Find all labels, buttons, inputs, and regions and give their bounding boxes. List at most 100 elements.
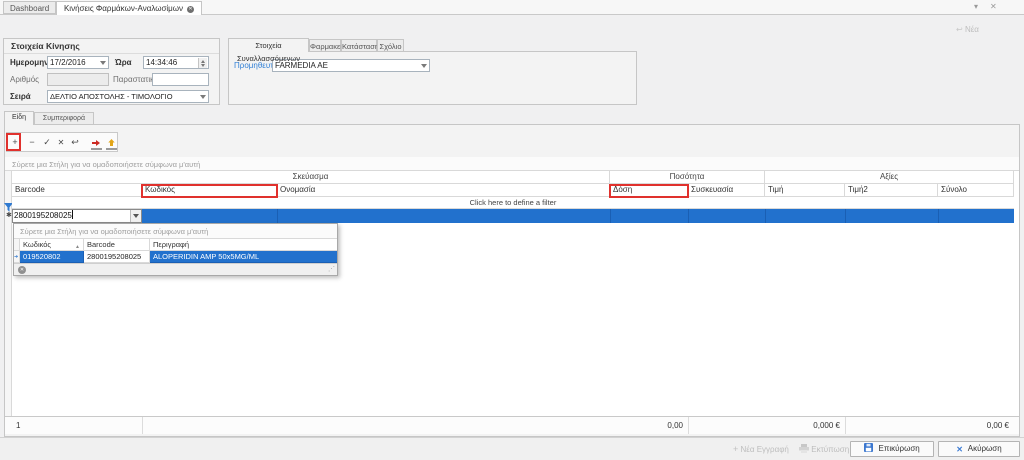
barcode-editor-value: 2800195208025 <box>14 211 72 220</box>
cell-divider <box>845 209 846 223</box>
new-record-button: + Νέα Εγγραφή <box>733 444 789 454</box>
cell-divider <box>938 209 939 223</box>
new-quick-action-label: Νέα <box>965 25 979 34</box>
row-arrow-icon: ➜ <box>14 252 18 263</box>
bottom-action-bar: + Νέα Εγγραφή Εκτύπωση Επικύρωση ✕ Ακύρω… <box>0 437 1024 460</box>
import-icon[interactable] <box>91 137 102 155</box>
plus-icon: + <box>733 444 738 454</box>
group-by-bar[interactable]: Σύρετε μια Στήλη για να ομαδοποιήσετε σύ… <box>5 157 1019 171</box>
col-header-timi[interactable]: Τιμή <box>765 184 845 197</box>
new-record-label: Νέα Εγγραφή <box>741 445 789 454</box>
lookup-group-by-hint: Σύρετε μια Στήλη για να ομαδοποιήσετε σύ… <box>20 227 208 236</box>
application-window: Dashboard Κινήσεις Φαρμάκων-Αναλωσίμων ✕ … <box>0 0 1024 460</box>
save-floppy-icon <box>864 443 873 457</box>
print-label: Εκτύπωση <box>811 445 849 454</box>
time-field[interactable]: 14:34:46 <box>143 56 209 69</box>
annotation-kodikos-column <box>141 184 278 198</box>
print-button: Εκτύπωση <box>799 444 849 455</box>
date-value: 17/2/2016 <box>50 58 86 67</box>
cell-divider <box>688 209 689 223</box>
series-value: ΔΕΛΤΙΟ ΑΠΟΣΤΟΛΗΣ - ΤΙΜΟΛΟΓΙΟ <box>50 92 173 101</box>
group-by-hint: Σύρετε μια Στήλη για να ομαδοποιήσετε σύ… <box>12 160 200 169</box>
export-icon[interactable] <box>106 137 117 155</box>
col-header-synolo[interactable]: Σύνολο <box>938 184 1014 197</box>
movement-groupbox-title: Στοιχεία Κίνησης <box>11 41 80 51</box>
cancel-x-icon: ✕ <box>956 443 963 457</box>
close-tab-icon[interactable]: ✕ <box>187 6 194 13</box>
lookup-col-kodikos-label: Κωδικός <box>23 240 51 249</box>
grid-toolbar: + − ✓ ✕ ↩ <box>6 132 118 152</box>
lookup-row-code[interactable]: 019520802 <box>20 251 84 263</box>
grid-summary-row: 1 0,00 0,000 € 0,00 € <box>5 416 1019 434</box>
lookup-col-barcode[interactable]: Barcode <box>84 239 150 251</box>
chevron-down-icon[interactable]: ▾ <box>974 3 978 11</box>
tab-dashboard[interactable]: Dashboard <box>3 1 56 14</box>
summary-total: 0,00 € <box>845 417 1014 434</box>
lookup-dropdown: Σύρετε μια Στήλη για να ομαδοποιήσετε σύ… <box>13 223 338 276</box>
tab-movements-label: Κινήσεις Φαρμάκων-Αναλωσίμων <box>64 4 183 13</box>
series-label: Σειρά <box>10 92 31 101</box>
barcode-editor[interactable]: 2800195208025 <box>12 209 142 223</box>
number-field <box>47 73 109 86</box>
sort-asc-icon: ▲ <box>75 242 80 251</box>
undo-icon[interactable]: ↩ <box>69 136 81 149</box>
dropdown-arrow-icon <box>133 214 139 218</box>
tab-items[interactable]: Είδη <box>4 111 34 125</box>
commit-icon[interactable]: ✓ <box>41 136 53 149</box>
summary-count: 1 <box>12 417 142 434</box>
document-tab-bar: Dashboard Κινήσεις Φαρμάκων-Αναλωσίμων✕ … <box>0 0 1024 15</box>
edit-row-marker-icon: ✱ <box>6 211 12 219</box>
time-label: Ώρα <box>115 58 132 67</box>
new-quick-action: ↩ Νέα <box>956 25 979 34</box>
doc-field[interactable] <box>152 73 209 86</box>
cell-divider <box>610 209 611 223</box>
cancel-label: Ακύρωση <box>968 444 1002 453</box>
dropdown-arrow-icon[interactable] <box>421 64 427 68</box>
col-header-barcode[interactable]: Barcode <box>12 184 142 197</box>
cancel-edit-icon[interactable]: ✕ <box>55 136 67 149</box>
band-posotita[interactable]: Ποσότητα <box>610 171 765 184</box>
cancel-button[interactable]: ✕ Ακύρωση <box>938 441 1020 457</box>
lookup-row-barcode[interactable]: 2800195208025 <box>84 251 150 263</box>
annotation-dosi-column <box>609 184 689 198</box>
resize-grip-icon[interactable]: ⋰ <box>328 265 335 273</box>
undo-arrow-icon: ↩ <box>956 25 963 34</box>
lookup-col-perigrafi[interactable]: Περιγραφή <box>150 239 337 251</box>
lookup-row-description[interactable]: ALOPERIDIN AMP 50x5MG/ML <box>150 251 337 263</box>
dropdown-arrow-icon[interactable] <box>100 61 106 65</box>
summary-qty: 0,00 <box>142 417 688 434</box>
close-panel-icon[interactable]: ✕ <box>990 3 997 11</box>
clear-selection-icon[interactable]: ✕ <box>18 266 26 274</box>
remove-row-icon[interactable]: − <box>26 136 38 149</box>
lookup-col-kodikos[interactable]: Κωδικός ▲ <box>20 239 84 251</box>
time-spinner[interactable] <box>198 58 207 69</box>
summary-price: 0,000 € <box>688 417 845 434</box>
number-label: Αριθμός <box>10 75 39 84</box>
col-header-timi2[interactable]: Τιμή2 <box>845 184 938 197</box>
confirm-button[interactable]: Επικύρωση <box>850 441 934 457</box>
series-field[interactable]: ΔΕΛΤΙΟ ΑΠΟΣΤΟΛΗΣ - ΤΙΜΟΛΟΓΙΟ <box>47 90 209 103</box>
spinner-down-icon[interactable] <box>201 64 205 67</box>
text-caret <box>72 210 73 219</box>
band-skeuasma[interactable]: Σκεύασμα <box>12 171 610 184</box>
date-field[interactable]: 17/2/2016 <box>47 56 109 69</box>
annotation-add-button <box>6 133 21 151</box>
editor-dropdown-button[interactable] <box>130 210 141 222</box>
title-separator <box>4 53 219 54</box>
tab-party-details[interactable]: Στοιχεία Συναλλασσόμενων <box>228 38 309 52</box>
lookup-group-by-bar[interactable]: Σύρετε μια Στήλη για να ομαδοποιήσετε σύ… <box>14 224 337 239</box>
lookup-footer: ✕ ⋰ <box>14 263 337 275</box>
spinner-up-icon[interactable] <box>201 60 205 63</box>
time-value: 14:34:46 <box>146 58 177 67</box>
filter-row[interactable]: Click here to define a filter <box>12 197 1014 209</box>
cell-divider <box>277 209 278 223</box>
cell-divider <box>765 209 766 223</box>
col-header-onomasia[interactable]: Ονομασία <box>277 184 610 197</box>
editing-row[interactable] <box>12 209 1014 223</box>
band-axies[interactable]: Αξίες <box>765 171 1014 184</box>
col-header-syskeuasia[interactable]: Συσκευασία <box>688 184 765 197</box>
tab-movements[interactable]: Κινήσεις Φαρμάκων-Αναλωσίμων ✕ <box>56 1 202 15</box>
confirm-label: Επικύρωση <box>879 444 920 453</box>
dropdown-arrow-icon[interactable] <box>200 95 206 99</box>
printer-icon <box>799 444 809 455</box>
